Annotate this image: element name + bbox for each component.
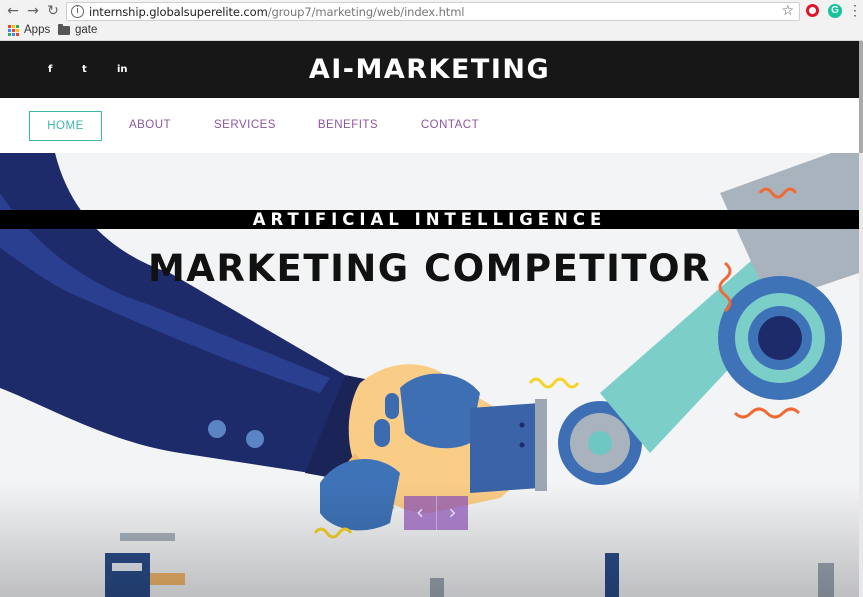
browser-menu-icon[interactable]: ⋮ [848,3,862,17]
main-nav: HOME ABOUT SERVICES BENEFITS CONTACT [0,98,859,153]
bookmark-label: Apps [24,24,51,36]
bookmark-gate[interactable]: gate [58,23,98,36]
reload-icon[interactable]: ↻ [45,3,61,19]
nav-home[interactable]: HOME [29,111,102,141]
grammarly-icon[interactable]: G [828,4,842,18]
hero-headline: MARKETING COMPETITOR [147,247,712,290]
scrollbar-thumb[interactable] [859,41,863,153]
page-scrollbar[interactable] [859,41,863,597]
forward-arrow-icon[interactable]: → [25,3,41,19]
url-host: internship.globalsuperelite.com [89,5,268,19]
nav-services[interactable]: SERVICES [210,111,280,141]
nav-about[interactable]: ABOUT [120,111,180,141]
nav-contact[interactable]: CONTACT [415,111,485,141]
bookmarks-bar: Apps gate [0,22,863,41]
browser-chrome: ← → ↻ i internship.globalsuperelite.com/… [0,0,863,41]
browser-toolbar: ← → ↻ i internship.globalsuperelite.com/… [0,0,863,22]
back-arrow-icon[interactable]: ← [5,3,21,19]
opera-icon[interactable] [806,4,819,17]
folder-icon [58,23,70,35]
bookmark-label: gate [75,24,98,36]
hero-slider: ARTIFICIAL INTELLIGENCE MARKETING COMPET… [0,153,859,597]
address-bar[interactable]: i internship.globalsuperelite.com/group7… [66,2,800,21]
web-page: f t in AI-MARKETING HOME ABOUT SERVICES … [0,41,863,597]
url-path: /group7/marketing/web/index.html [267,5,465,19]
url-text[interactable]: internship.globalsuperelite.com/group7/m… [89,5,464,19]
bookmark-apps[interactable]: Apps [8,24,50,36]
nav-benefits[interactable]: BENEFITS [312,111,384,141]
site-info-icon[interactable]: i [71,5,84,18]
apps-grid-icon [8,24,19,36]
hero-subtitle: ARTIFICIAL INTELLIGENCE [0,210,859,229]
site-header: f t in AI-MARKETING [0,41,859,98]
slider-prev-button[interactable]: ‹ [404,496,436,530]
bookmark-star-icon[interactable]: ☆ [781,3,794,19]
slider-next-button[interactable]: › [436,496,468,530]
site-logo[interactable]: AI-MARKETING [0,54,859,85]
